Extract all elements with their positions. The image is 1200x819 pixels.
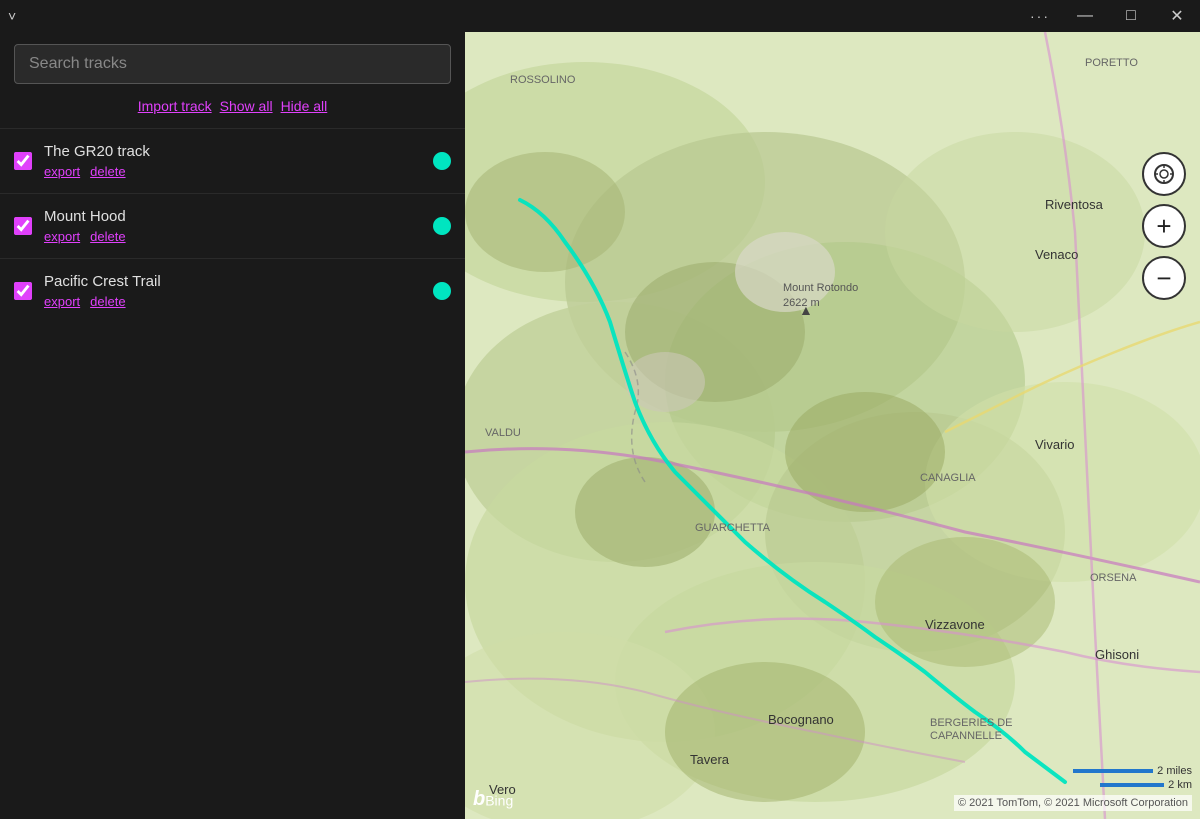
hide-all-button[interactable]: Hide all xyxy=(281,98,328,114)
minimize-button[interactable]: — xyxy=(1062,0,1108,32)
track-info: The GR20 track export delete xyxy=(44,143,421,179)
map-place-label: CAPANNELLE xyxy=(930,730,1002,742)
map-place-label: Mount Rotondo xyxy=(783,282,858,294)
track-info: Mount Hood export delete xyxy=(44,208,421,244)
track-checkbox[interactable] xyxy=(14,282,32,300)
track-name: Mount Hood xyxy=(44,208,421,225)
scale-miles-bar xyxy=(1073,769,1153,773)
titlebar: ˅ ··· — □ ✕ xyxy=(0,0,1200,32)
map-area: ROSSOLINO PORETTO Riventosa Venaco Mount Rot… xyxy=(465,32,1200,819)
map-place-label: VALDU xyxy=(485,427,521,439)
scale-km-bar xyxy=(1100,783,1164,787)
map-controls: + − xyxy=(1142,152,1186,300)
track-name: Pacific Crest Trail xyxy=(44,273,421,290)
search-input[interactable] xyxy=(14,44,451,84)
scale-km-label: 2 km xyxy=(1168,779,1192,791)
show-all-button[interactable]: Show all xyxy=(220,98,273,114)
chevron-icon: ˅ xyxy=(0,8,24,24)
map-place-label: Riventosa xyxy=(1045,197,1103,212)
mountain-marker: ▲ xyxy=(799,302,813,318)
map-place-label: Vivario xyxy=(1035,437,1075,452)
map-place-label: Bocognano xyxy=(768,712,834,727)
track-color-dot xyxy=(433,282,451,300)
import-track-button[interactable]: Import track xyxy=(138,98,212,114)
scale-km: 2 km xyxy=(1100,779,1192,791)
track-links: export delete xyxy=(44,229,421,244)
scale-miles: 2 miles xyxy=(1073,765,1192,777)
track-checkbox[interactable] xyxy=(14,152,32,170)
map-place-label: Ghisoni xyxy=(1095,647,1139,662)
map-place-label: BERGERIES DE xyxy=(930,717,1013,729)
maximize-button[interactable]: □ xyxy=(1108,0,1154,32)
track-color-dot xyxy=(433,217,451,235)
map-place-label: GUARCHETTA xyxy=(695,522,770,534)
map-place-label: 2622 m xyxy=(783,297,820,309)
map-attribution: © 2021 TomTom, © 2021 Microsoft Corporat… xyxy=(954,795,1192,811)
map-place-label: CANAGLIA xyxy=(920,472,976,484)
track-links: export delete xyxy=(44,294,421,309)
track-actions: Import track Show all Hide all xyxy=(0,94,465,128)
map-place-label: ORSENA xyxy=(1090,572,1136,584)
track-item: Mount Hood export delete xyxy=(0,193,465,258)
map-place-label: Vizzavone xyxy=(925,617,985,632)
map-place-label: ROSSOLINO xyxy=(510,74,575,86)
bing-logo: bBing xyxy=(473,788,513,811)
track-list: The GR20 track export delete Mount Hood expo… xyxy=(0,128,465,819)
delete-track-button[interactable]: delete xyxy=(90,294,125,309)
map-place-label: Tavera xyxy=(690,752,729,767)
delete-track-button[interactable]: delete xyxy=(90,164,125,179)
more-options-icon: ··· xyxy=(1018,8,1062,24)
export-track-button[interactable]: export xyxy=(44,294,80,309)
search-bar-wrapper xyxy=(0,32,465,94)
map-place-label: Venaco xyxy=(1035,247,1078,262)
map-background: ROSSOLINO PORETTO Riventosa Venaco Mount Rot… xyxy=(465,32,1200,819)
track-checkbox[interactable] xyxy=(14,217,32,235)
zoom-in-button[interactable]: + xyxy=(1142,204,1186,248)
track-color-dot xyxy=(433,152,451,170)
zoom-out-button[interactable]: − xyxy=(1142,256,1186,300)
map-scale: 2 miles 2 km xyxy=(1073,765,1192,791)
delete-track-button[interactable]: delete xyxy=(90,229,125,244)
close-button[interactable]: ✕ xyxy=(1154,0,1200,32)
export-track-button[interactable]: export xyxy=(44,164,80,179)
scale-miles-label: 2 miles xyxy=(1157,765,1192,777)
track-name: The GR20 track xyxy=(44,143,421,160)
map-place-label: PORETTO xyxy=(1085,57,1138,69)
sidebar: Import track Show all Hide all The GR20 … xyxy=(0,32,465,819)
export-track-button[interactable]: export xyxy=(44,229,80,244)
main-content: Import track Show all Hide all The GR20 … xyxy=(0,32,1200,819)
locate-button[interactable] xyxy=(1142,152,1186,196)
track-info: Pacific Crest Trail export delete xyxy=(44,273,421,309)
track-item: Pacific Crest Trail export delete xyxy=(0,258,465,323)
track-item: The GR20 track export delete xyxy=(0,128,465,193)
track-links: export delete xyxy=(44,164,421,179)
